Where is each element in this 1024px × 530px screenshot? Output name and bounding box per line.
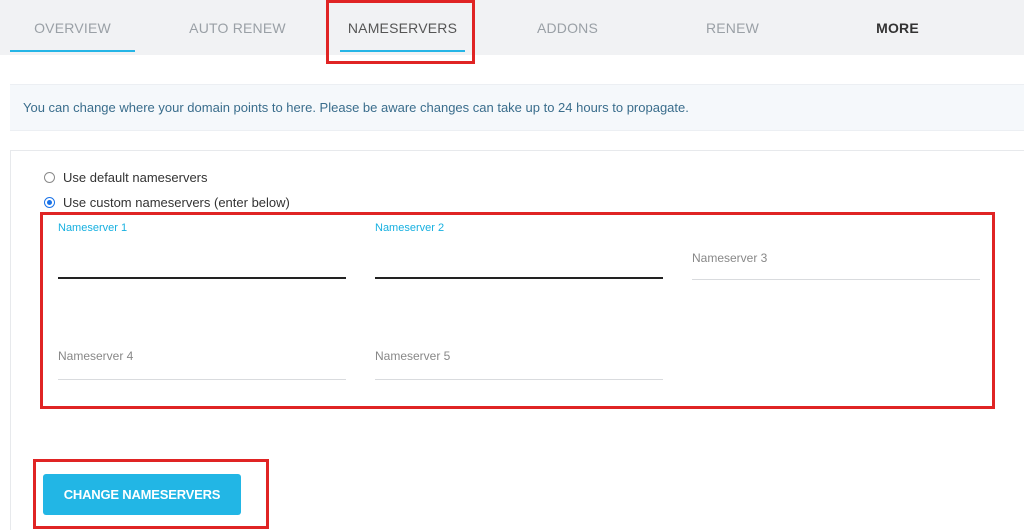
nameserver-1-input[interactable] (58, 252, 346, 274)
tab-bar: OVERVIEW AUTO RENEW NAMESERVERS ADDONS R… (0, 0, 1024, 55)
nameserver-1-field: Nameserver 1 (58, 220, 346, 280)
tab-more[interactable]: MORE (835, 0, 960, 55)
tab-renew[interactable]: RENEW (670, 0, 795, 55)
tab-overview[interactable]: OVERVIEW (10, 0, 135, 55)
nameserver-1-label: Nameserver 1 (58, 222, 128, 234)
change-nameservers-button[interactable]: CHANGE NAMESERVERS (43, 474, 241, 515)
default-nameservers-label: Use default nameservers (63, 170, 208, 185)
tab-overview-underline (10, 50, 135, 52)
nameserver-5-input[interactable] (375, 346, 663, 366)
custom-nameservers-radio[interactable] (44, 197, 55, 208)
nameserver-5-underline (375, 379, 663, 380)
nameserver-5-field (375, 320, 663, 380)
default-nameservers-radio[interactable] (44, 172, 55, 183)
nameserver-2-input[interactable] (375, 252, 663, 274)
info-banner-text: You can change where your domain points … (23, 100, 689, 115)
tab-addons[interactable]: ADDONS (505, 0, 630, 55)
nameserver-4-underline (58, 379, 346, 380)
nameserver-2-label: Nameserver 2 (375, 222, 445, 234)
nameserver-2-field: Nameserver 2 (375, 220, 663, 280)
info-banner: You can change where your domain points … (10, 84, 1024, 131)
nameserver-2-underline (375, 277, 663, 279)
nameserver-3-underline (692, 279, 980, 280)
custom-nameservers-option[interactable]: Use custom nameservers (enter below) (44, 195, 290, 210)
nameserver-3-input[interactable] (692, 248, 980, 268)
nameserver-4-field (58, 320, 346, 380)
tab-nameservers-underline (340, 50, 465, 52)
default-nameservers-option[interactable]: Use default nameservers (44, 170, 208, 185)
tab-auto-renew[interactable]: AUTO RENEW (175, 0, 300, 55)
custom-nameservers-label: Use custom nameservers (enter below) (63, 195, 290, 210)
tab-nameservers[interactable]: NAMESERVERS (340, 0, 465, 55)
nameserver-1-underline (58, 277, 346, 279)
nameserver-4-input[interactable] (58, 346, 346, 366)
nameserver-3-field (692, 220, 980, 280)
